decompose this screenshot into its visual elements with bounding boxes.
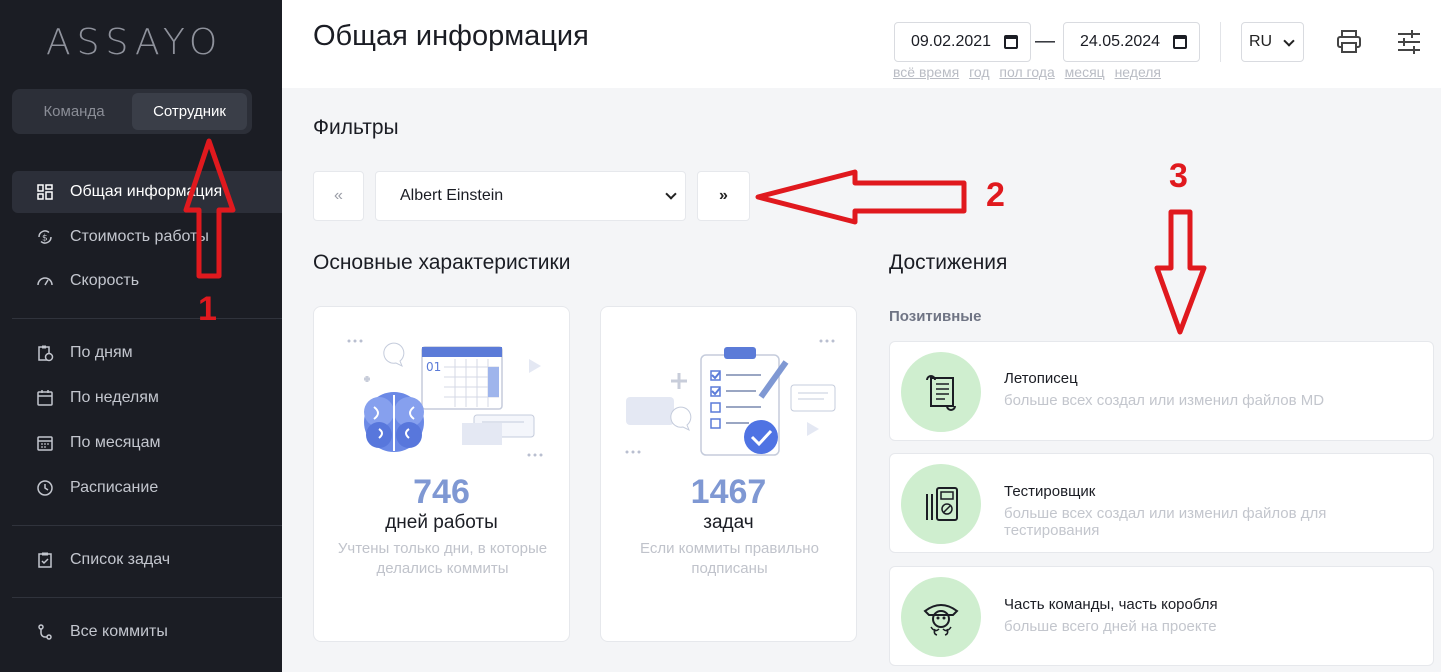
sidebar-item-schedule[interactable]: Расписание: [12, 467, 282, 509]
achievement-desc: больше всех создал или изменил файлов MD: [1004, 392, 1325, 409]
calendar-icon[interactable]: [1004, 35, 1018, 49]
date-from-input[interactable]: 09.02.2021: [894, 22, 1031, 62]
date-from-value: 09.02.2021: [911, 33, 992, 50]
employee-select[interactable]: Albert Einstein: [375, 171, 686, 221]
annotation-arrow-left: [755, 169, 967, 225]
calendar-icon[interactable]: [1173, 35, 1187, 49]
range-half-year-link[interactable]: пол года: [999, 64, 1054, 80]
employee-select-value: Albert Einstein: [400, 187, 504, 204]
achievement-badge: [901, 577, 981, 657]
sidebar: ASSAYO Команда Сотрудник Общая информаци…: [0, 0, 282, 672]
sidebar-item-task-list[interactable]: Список задач: [12, 539, 282, 581]
tasks-note: Если коммиты правильно подписаны: [640, 540, 819, 577]
positive-achievements-label: Позитивные: [889, 308, 982, 325]
dashboard-icon: [37, 184, 53, 200]
characteristics-title: Основные характеристики: [313, 251, 571, 274]
language-value: RU: [1249, 33, 1273, 50]
calendar-grid-icon: [37, 436, 53, 451]
sidebar-item-label: По месяцам: [70, 434, 161, 451]
annotation-label-3: 3: [1169, 157, 1188, 195]
sidebar-item-label: Скорость: [70, 272, 140, 289]
header-divider: [1220, 22, 1221, 62]
sidebar-item-by-months[interactable]: По месяцам: [12, 422, 282, 464]
top-header: Общая информация 09.02.2021 — 24.05.2024…: [282, 0, 1441, 88]
sidebar-item-overview[interactable]: Общая информация: [12, 171, 282, 213]
sidebar-item-label: Список задач: [70, 551, 171, 568]
app-logo: ASSAYO: [46, 22, 224, 63]
annotation-arrow-down: [1154, 209, 1207, 335]
calendar-icon: [37, 390, 53, 406]
tab-employee[interactable]: Сотрудник: [132, 93, 247, 130]
brain-calendar-illustration: 01: [347, 339, 543, 457]
git-commit-icon: [38, 624, 52, 640]
range-year-link[interactable]: год: [969, 64, 989, 80]
achievement-card: Летописец больше всех создал или изменил…: [889, 341, 1434, 441]
range-month-link[interactable]: месяц: [1065, 64, 1105, 80]
work-days-value: 746: [413, 473, 470, 511]
svg-text:$: $: [42, 234, 48, 244]
achievement-desc: больше всех создал или изменил файлов дл…: [1004, 505, 1327, 539]
sidebar-item-label: По неделям: [70, 389, 159, 406]
annotation-label-1: 1: [198, 290, 217, 328]
currency-cycle-icon: $: [38, 230, 52, 244]
date-to-value: 24.05.2024: [1080, 33, 1161, 50]
page-title: Общая информация: [313, 20, 589, 52]
clock-icon: [37, 480, 53, 496]
sidebar-divider: [12, 318, 282, 319]
achievement-card: Часть команды, часть коробля больше всег…: [889, 566, 1434, 666]
next-employee-button[interactable]: »: [697, 171, 750, 221]
range-all-time-link[interactable]: всё время: [893, 64, 959, 80]
tasks-unit: задач: [703, 512, 754, 533]
chevron-down-icon: [665, 188, 677, 200]
sidebar-item-speed[interactable]: Скорость: [12, 260, 282, 302]
stat-card-tasks: 1467 задач Если коммиты правильно подпис…: [600, 306, 857, 642]
achievement-card: Тестировщик больше всех создал или измен…: [889, 453, 1434, 553]
clipboard-check-icon: [38, 552, 52, 568]
pirate-icon: [923, 604, 959, 636]
work-days-unit: дней работы: [385, 512, 498, 533]
date-to-input[interactable]: 24.05.2024: [1063, 22, 1200, 62]
sidebar-item-by-days[interactable]: По дням: [12, 332, 282, 374]
svg-text:01: 01: [426, 360, 441, 374]
achievement-badge: [901, 464, 981, 544]
settings-sliders-icon[interactable]: [1395, 28, 1423, 56]
print-icon[interactable]: [1335, 28, 1363, 56]
achievement-title: Тестировщик: [1004, 483, 1096, 500]
sidebar-item-label: Расписание: [70, 479, 159, 496]
stat-card-work-days: 01 746 дней работы Учтены только дни, в …: [313, 306, 570, 642]
sidebar-item-by-weeks[interactable]: По неделям: [12, 377, 282, 419]
achievements-title: Достижения: [889, 251, 1008, 274]
achievement-title: Часть команды, часть коробля: [1004, 596, 1218, 613]
annotation-label-2: 2: [986, 176, 1005, 214]
filters-title: Фильтры: [313, 116, 399, 139]
quick-range-links: всё время год пол года месяц неделя: [893, 64, 1167, 80]
sidebar-item-label: Стоимость работы: [70, 228, 209, 245]
team-employee-switcher: Команда Сотрудник: [12, 89, 252, 134]
sidebar-divider: [12, 525, 282, 526]
multimeter-icon: [926, 487, 958, 521]
task-checklist-illustration: [625, 339, 836, 456]
achievement-desc: больше всего дней на проекте: [1004, 618, 1217, 635]
range-week-link[interactable]: неделя: [1115, 64, 1161, 80]
sidebar-item-work-cost[interactable]: $ Стоимость работы: [12, 216, 282, 258]
sidebar-item-label: Все коммиты: [70, 623, 168, 640]
prev-employee-button[interactable]: «: [313, 171, 364, 221]
date-range-separator: —: [1035, 30, 1055, 52]
tab-team[interactable]: Команда: [18, 93, 130, 130]
sidebar-divider: [12, 597, 282, 598]
scroll-icon: [926, 375, 956, 411]
tasks-value: 1467: [690, 473, 767, 511]
sidebar-item-all-commits[interactable]: Все коммиты: [12, 611, 282, 653]
sidebar-item-label: Общая информация: [70, 183, 223, 200]
achievement-badge: [901, 352, 981, 432]
chevron-down-icon: [1283, 35, 1295, 47]
sidebar-item-label: По дням: [70, 344, 133, 361]
language-select[interactable]: RU: [1241, 22, 1304, 62]
work-days-note: Учтены только дни, в которые делались ко…: [337, 540, 548, 577]
speedometer-icon: [37, 277, 53, 286]
achievement-title: Летописец: [1004, 370, 1078, 387]
clipboard-clock-icon: [38, 345, 54, 362]
